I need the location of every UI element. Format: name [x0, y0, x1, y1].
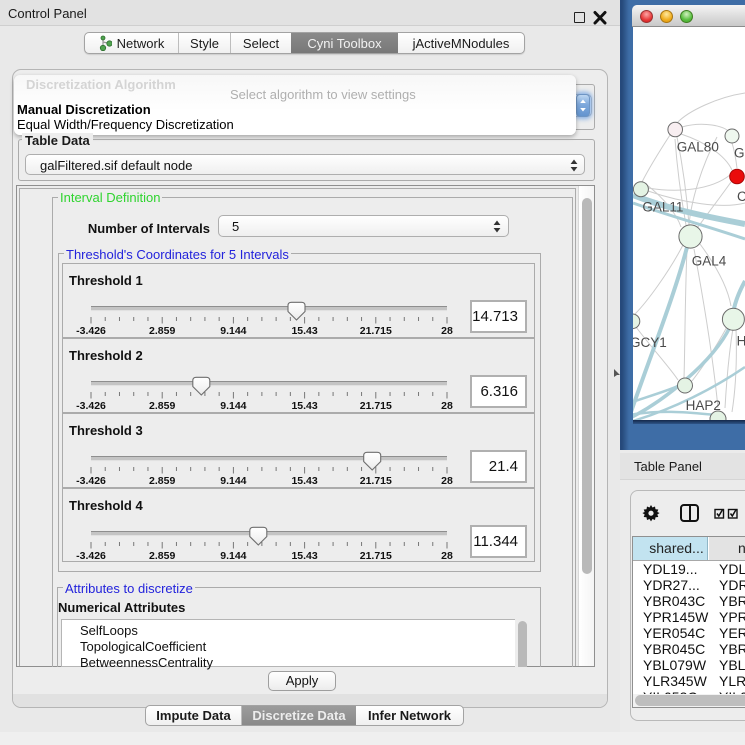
svg-text:HAP2: HAP2 [686, 398, 721, 413]
svg-text:GAL80: GAL80 [677, 140, 719, 155]
svg-text:C: C [737, 189, 745, 204]
svg-text:GAL11: GAL11 [642, 200, 683, 215]
svg-text:GCY1: GCY1 [633, 335, 667, 350]
svg-text:G.: G. [734, 146, 745, 161]
svg-text:GAL4: GAL4 [692, 254, 727, 269]
svg-text:H: H [737, 334, 745, 349]
